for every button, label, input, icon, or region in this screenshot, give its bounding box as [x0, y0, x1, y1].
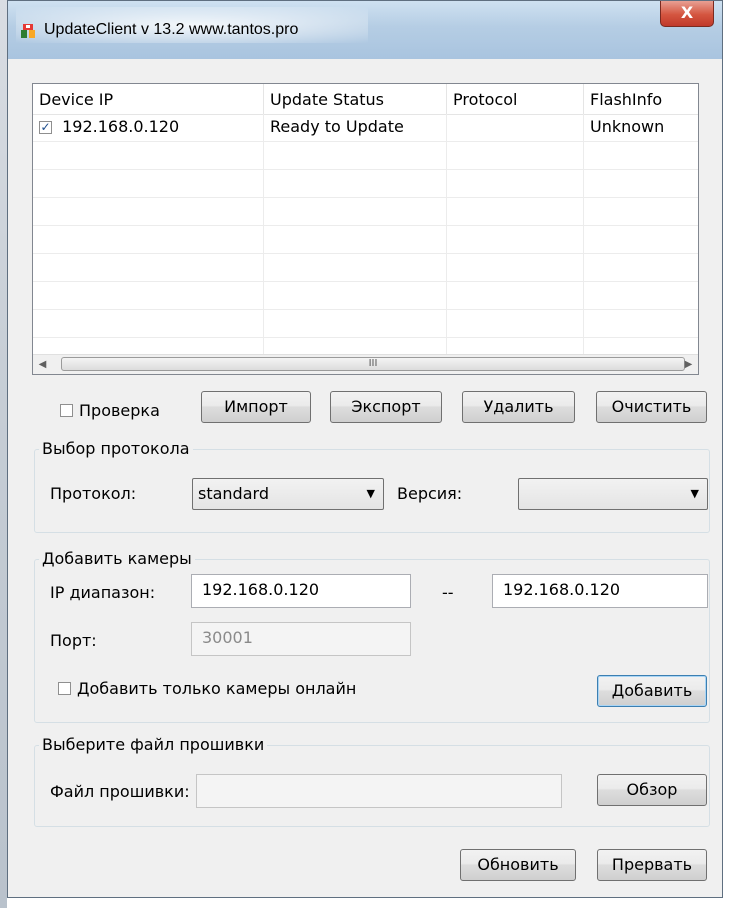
chevron-down-icon: ▼ [690, 487, 699, 500]
update-status-cell: Ready to Update [264, 114, 447, 142]
check-label: Проверка [79, 401, 160, 420]
protocol-group-title: Выбор протокола [39, 439, 193, 458]
background-window-edge [0, 0, 7, 908]
column-header-update-status[interactable]: Update Status [264, 84, 447, 114]
empty-row [33, 226, 698, 254]
check-option[interactable]: Проверка [60, 401, 160, 420]
close-button[interactable]: X [660, 1, 714, 27]
add-cameras-group-title: Добавить камеры [39, 549, 195, 568]
abort-button[interactable]: Прервать [597, 849, 707, 881]
app-icon [21, 24, 35, 38]
ip-to-input[interactable]: 192.168.0.120 [492, 574, 708, 608]
update-button[interactable]: Обновить [460, 849, 576, 881]
protocol-label: Протокол: [50, 484, 137, 503]
device-ip-value: 192.168.0.120 [62, 117, 180, 136]
column-header-device-ip[interactable]: Device IP [33, 84, 264, 114]
protocol-select-value: standard [198, 484, 269, 503]
dialog-client-area: Device IP Update Status Protocol FlashIn… [14, 59, 716, 891]
device-ip-cell: ✓ 192.168.0.120 [33, 114, 264, 142]
delete-button[interactable]: Удалить [462, 391, 575, 423]
empty-row [33, 282, 698, 310]
online-only-checkbox[interactable] [58, 682, 71, 695]
empty-row [33, 254, 698, 282]
ip-range-label: IP диапазон: [50, 583, 156, 602]
scrollbar-thumb[interactable]: III [61, 357, 685, 371]
empty-row [33, 310, 698, 338]
online-only-label: Добавить только камеры онлайн [77, 679, 357, 698]
online-only-option[interactable]: Добавить только камеры онлайн [58, 679, 356, 698]
column-header-protocol[interactable]: Protocol [447, 84, 584, 114]
ip-from-input[interactable]: 192.168.0.120 [191, 574, 411, 608]
empty-row [33, 198, 698, 226]
clear-button[interactable]: Очистить [596, 391, 707, 423]
empty-row [33, 170, 698, 198]
protocol-select[interactable]: standard ▼ [192, 478, 384, 510]
chevron-down-icon: ▼ [366, 487, 375, 500]
column-header-flashinfo[interactable]: FlashInfo [584, 84, 698, 114]
firmware-file-field[interactable] [196, 774, 562, 808]
device-list[interactable]: Device IP Update Status Protocol FlashIn… [32, 83, 699, 375]
port-label: Порт: [50, 631, 97, 650]
scroll-right-arrow-icon[interactable]: ▶ [679, 355, 698, 374]
window-title: UpdateClient v 13.2 www.tantos.pro [44, 21, 299, 38]
firmware-group-title: Выберите файл прошивки [39, 735, 268, 754]
browse-button[interactable]: Обзор [597, 774, 707, 806]
add-button[interactable]: Добавить [597, 675, 707, 707]
firmware-file-label: Файл прошивки: [50, 782, 190, 801]
table-row[interactable]: ✓ 192.168.0.120 Ready to Update Unknown [33, 114, 698, 142]
update-client-window: UpdateClient v 13.2 www.tantos.pro X Dev… [7, 0, 723, 898]
check-checkbox[interactable] [60, 404, 73, 417]
range-separator: -- [442, 583, 454, 602]
empty-row [33, 142, 698, 170]
version-label: Версия: [397, 484, 463, 503]
flashinfo-cell: Unknown [590, 117, 665, 136]
port-field[interactable]: 30001 [191, 622, 411, 656]
horizontal-scrollbar[interactable]: ◀ III ▶ [33, 354, 698, 374]
export-button[interactable]: Экспорт [330, 391, 442, 423]
import-button[interactable]: Импорт [201, 391, 311, 423]
title-bar[interactable]: UpdateClient v 13.2 www.tantos.pro X [8, 1, 722, 59]
version-select[interactable]: ▼ [518, 478, 708, 510]
scroll-left-arrow-icon[interactable]: ◀ [33, 355, 52, 374]
row-checkbox[interactable]: ✓ [39, 121, 52, 134]
protocol-cell [447, 114, 584, 142]
device-list-header: Device IP Update Status Protocol FlashIn… [33, 84, 698, 115]
